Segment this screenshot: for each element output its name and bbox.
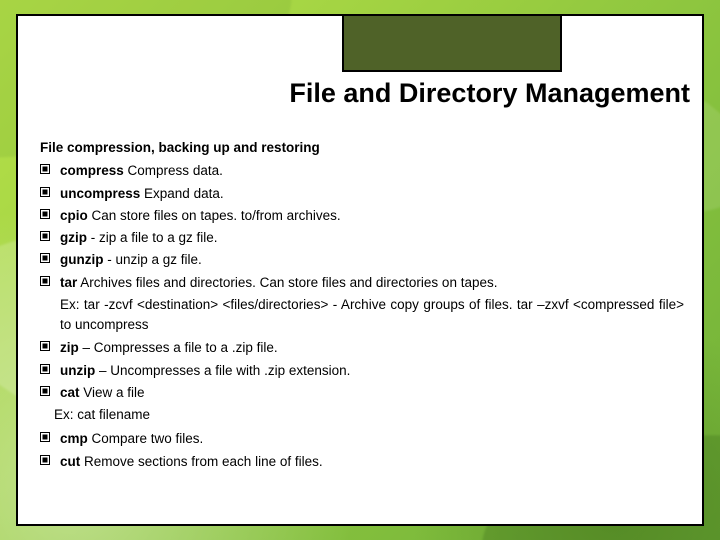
command-name: cat — [60, 385, 80, 400]
command-name: cmp — [60, 431, 88, 446]
command-item: tar Archives files and directories. Can … — [40, 273, 684, 293]
command-name: cpio — [60, 208, 88, 223]
cat-example: Ex: cat filename — [40, 405, 684, 425]
command-item: cmp Compare two files. — [40, 429, 684, 449]
command-desc: – Compresses a file to a .zip file. — [79, 340, 278, 355]
command-name: zip — [60, 340, 79, 355]
bullet-icon — [40, 341, 50, 351]
bullet-icon — [40, 386, 50, 396]
content-card: File and Directory Management File compr… — [16, 14, 704, 526]
bullet-icon — [40, 364, 50, 374]
command-desc: Remove sections from each line of files. — [80, 454, 322, 469]
command-name: gunzip — [60, 252, 104, 267]
command-item: cut Remove sections from each line of fi… — [40, 452, 684, 472]
command-desc: - unzip a gz file. — [104, 252, 202, 267]
command-item: cat View a file — [40, 383, 684, 403]
command-desc: – Uncompresses a file with .zip extensio… — [95, 363, 350, 378]
bullet-icon — [40, 276, 50, 286]
command-name: cut — [60, 454, 80, 469]
bullet-icon — [40, 432, 50, 442]
command-desc: Archives files and directories. Can stor… — [77, 275, 497, 290]
command-list: cat View a file — [40, 383, 684, 403]
slide-body: File compression, backing up and restori… — [40, 138, 684, 512]
command-name: uncompress — [60, 186, 140, 201]
command-item: uncompress Expand data. — [40, 184, 684, 204]
command-name: tar — [60, 275, 77, 290]
bullet-icon — [40, 455, 50, 465]
section-heading: File compression, backing up and restori… — [40, 138, 684, 158]
command-name: gzip — [60, 230, 87, 245]
tar-example: Ex: tar -zcvf <destination> <files/direc… — [40, 295, 684, 336]
command-item: zip – Compresses a file to a .zip file. — [40, 338, 684, 358]
command-item: unzip – Uncompresses a file with .zip ex… — [40, 361, 684, 381]
command-list: cmp Compare two files. cut Remove section… — [40, 429, 684, 472]
command-item: compress Compress data. — [40, 161, 684, 181]
bullet-icon — [40, 209, 50, 219]
bullet-icon — [40, 231, 50, 241]
bullet-icon — [40, 253, 50, 263]
bullet-icon — [40, 187, 50, 197]
command-list: compress Compress data. uncompress Expand… — [40, 161, 684, 293]
command-name: unzip — [60, 363, 95, 378]
command-name: compress — [60, 163, 124, 178]
command-item: cpio Can store files on tapes. to/from a… — [40, 206, 684, 226]
command-item: gunzip - unzip a gz file. — [40, 250, 684, 270]
command-desc: Can store files on tapes. to/from archiv… — [88, 208, 341, 223]
command-desc: Compare two files. — [88, 431, 204, 446]
slide-title: File and Directory Management — [18, 78, 694, 109]
bullet-icon — [40, 164, 50, 174]
command-desc: - zip a file to a gz file. — [87, 230, 218, 245]
title-accent-box — [342, 14, 562, 72]
command-desc: View a file — [80, 385, 145, 400]
command-desc: Compress data. — [124, 163, 223, 178]
command-desc: Expand data. — [140, 186, 223, 201]
command-item: gzip - zip a file to a gz file. — [40, 228, 684, 248]
command-list: zip – Compresses a file to a .zip file. u… — [40, 338, 684, 381]
slide-background: File and Directory Management File compr… — [0, 0, 720, 540]
